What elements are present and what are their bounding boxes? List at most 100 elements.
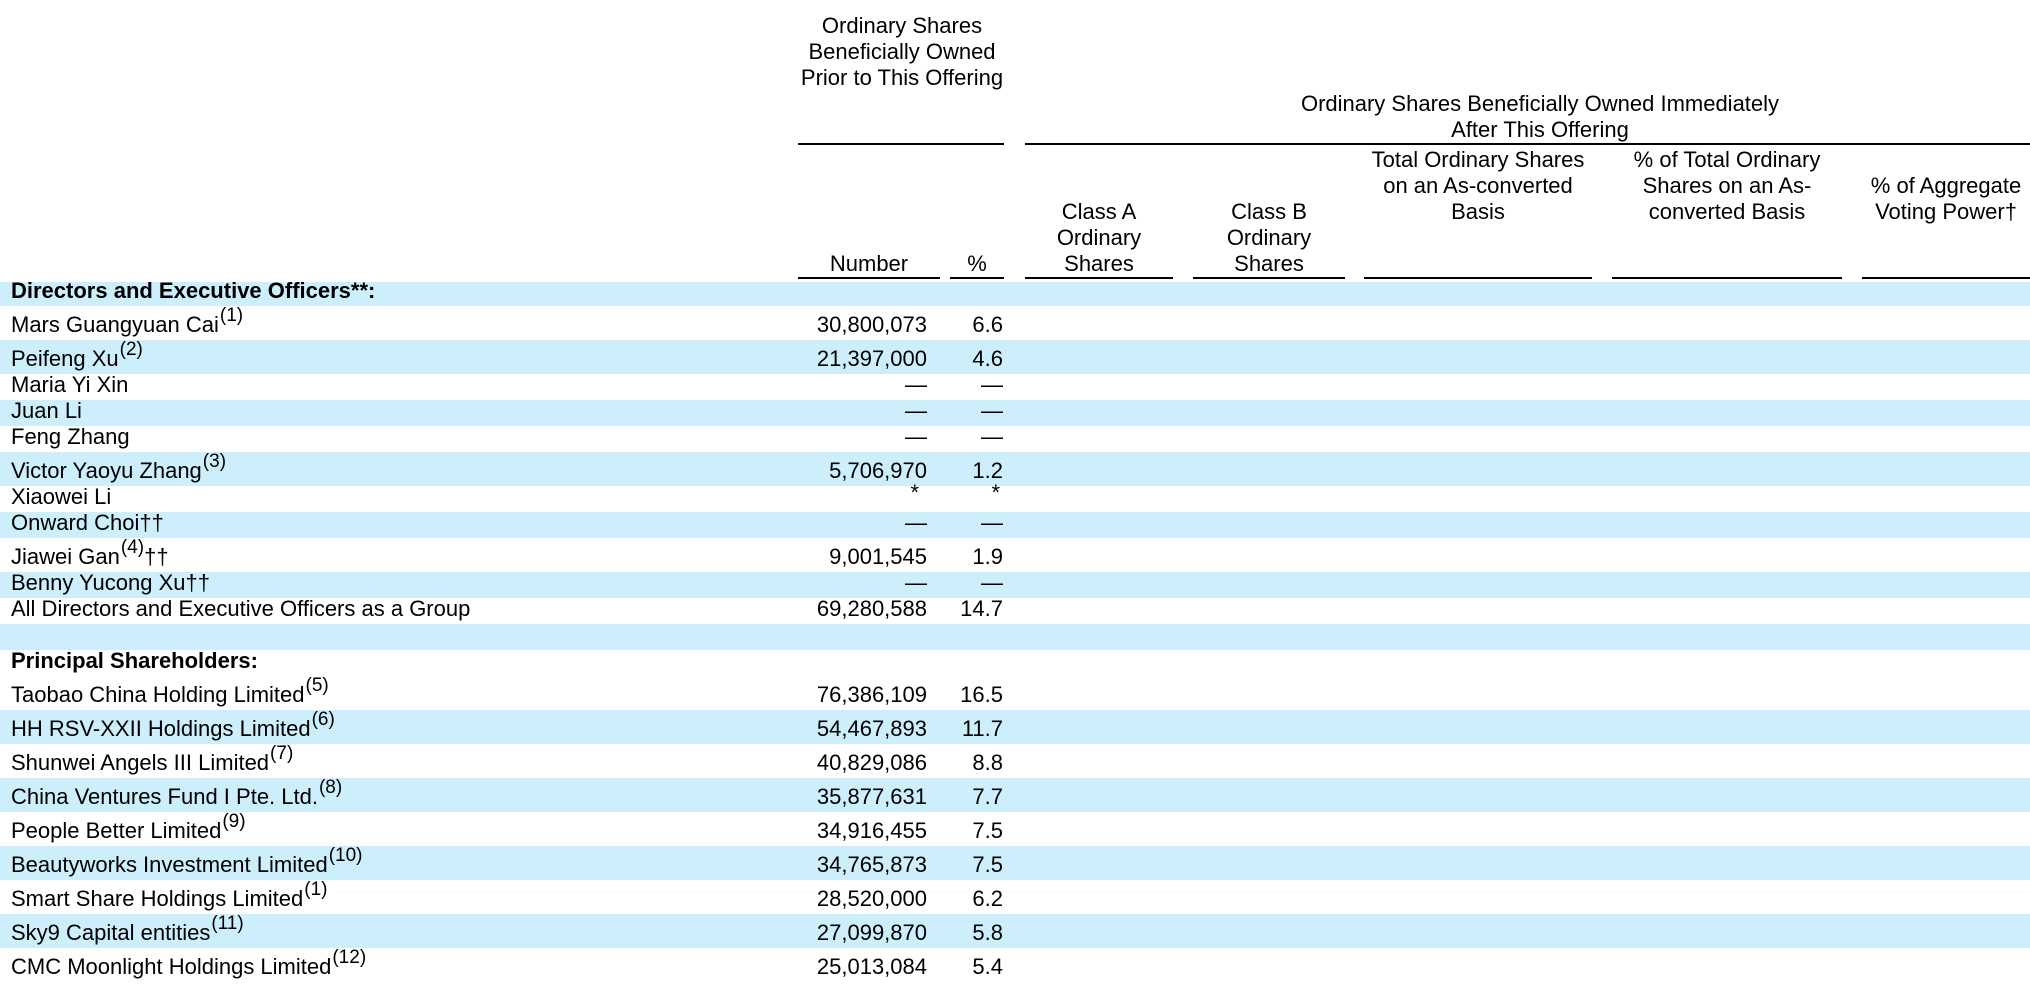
holder-name: HH RSV-XXII Holdings Limited(6) [11, 710, 335, 742]
table-row: Juan Li — — [0, 398, 2030, 426]
shares-percent: * [991, 480, 1000, 505]
header-class-b: Class B Ordinary Shares [1193, 199, 1345, 277]
shares-percent: 7.7 [972, 784, 1003, 809]
section-header-row: Directors and Executive Officers**: [0, 278, 2030, 306]
holder-name: Benny Yucong Xu†† [11, 570, 210, 596]
holder-name: Shunwei Angels III Limited(7) [11, 744, 293, 776]
table-row: Beautyworks Investment Limited(10) 34,765… [0, 846, 2030, 880]
shares-number: 27,099,870 [816, 920, 927, 945]
shares-percent: — [981, 570, 1003, 595]
shares-percent: 6.2 [972, 886, 1003, 911]
header-pct-total-converted: % of Total Ordinary Shares on an As-conv… [1612, 147, 1842, 225]
footnote-marker: (11) [211, 913, 244, 934]
holder-name: Taobao China Holding Limited(5) [11, 676, 329, 708]
rule-after-offering [1025, 143, 2030, 145]
shares-number: 35,877,631 [816, 784, 927, 809]
header-percent-text: % [967, 251, 987, 276]
table-row: CMC Moonlight Holdings Limited(12) 25,013… [0, 948, 2030, 982]
shares-number: — [905, 570, 927, 595]
holder-name-text: Smart Share Holdings Limited [11, 886, 304, 911]
header-after-offering-text: Ordinary Shares Beneficially Owned Immed… [1300, 91, 1780, 142]
holder-name-text: Beautyworks Investment Limited [11, 852, 328, 877]
footnote-marker: (1) [219, 305, 244, 326]
shares-percent: 4.6 [972, 346, 1003, 371]
holder-name-text: Sky9 Capital entities [11, 920, 211, 945]
header-class-a: Class A Ordinary Shares [1025, 199, 1173, 277]
shares-percent: 1.9 [972, 544, 1003, 569]
section-header-row: Principal Shareholders: [0, 648, 2030, 676]
shares-number: — [905, 398, 927, 423]
rule-class-b [1193, 277, 1345, 279]
header-prior-offering: Ordinary Shares Beneficially Owned Prior… [798, 13, 1006, 91]
holder-name-text: Directors and Executive Officers**: [11, 278, 376, 303]
holder-name: Xiaowei Li [11, 484, 111, 510]
rule-pct-total-converted [1612, 277, 1842, 279]
header-total-converted: Total Ordinary Shares on an As-converted… [1364, 147, 1592, 225]
holder-name: Maria Yi Xin [11, 372, 128, 398]
table-row: Onward Choi†† — — [0, 510, 2030, 538]
holder-name-text: HH RSV-XXII Holdings Limited [11, 716, 311, 741]
holder-name-text: Jiawei Gan [11, 544, 120, 569]
holder-name-text: Maria Yi Xin [11, 372, 129, 397]
header-pct-voting-text: % of Aggregate Voting Power† [1870, 173, 2022, 224]
holder-name: Beautyworks Investment Limited(10) [11, 846, 363, 878]
holder-name: Sky9 Capital entities(11) [11, 914, 244, 946]
holder-name-text: CMC Moonlight Holdings Limited [11, 954, 332, 979]
rule-total-converted [1364, 277, 1592, 279]
holder-name: Feng Zhang [11, 424, 130, 450]
spacer-row [0, 624, 2030, 650]
shares-percent: 7.5 [972, 852, 1003, 877]
holder-name: Mars Guangyuan Cai(1) [11, 306, 243, 338]
rule-prior-offering [798, 143, 1004, 145]
holder-name-text: Xiaowei Li [11, 484, 112, 509]
holder-name-text: Juan Li [11, 398, 82, 423]
shares-number: 34,916,455 [816, 818, 927, 843]
holder-name-text: Feng Zhang [11, 424, 130, 449]
shares-number: 9,001,545 [829, 544, 927, 569]
footnote-marker: (12) [332, 947, 367, 968]
holder-name-text: All Directors and Executive Officers as … [11, 596, 471, 621]
table-row: Xiaowei Li * * [0, 480, 2030, 512]
holder-name-text: Benny Yucong Xu†† [11, 570, 210, 595]
holder-name: Victor Yaoyu Zhang(3) [11, 452, 226, 484]
holder-name: CMC Moonlight Holdings Limited(12) [11, 948, 366, 980]
shares-percent: 5.8 [972, 920, 1003, 945]
shares-number: 69,280,588 [816, 596, 927, 621]
table-row: Mars Guangyuan Cai(1) 30,800,073 6.6 [0, 306, 2030, 340]
footnote-marker: (3) [202, 451, 227, 472]
shares-percent: — [981, 398, 1003, 423]
shares-number: — [905, 372, 927, 397]
shares-percent: — [981, 372, 1003, 397]
holder-name: All Directors and Executive Officers as … [11, 596, 470, 622]
table-row: Jiawei Gan(4)†† 9,001,545 1.9 [0, 538, 2030, 572]
section-label: Principal Shareholders: [11, 648, 258, 674]
holder-name-text: Peifeng Xu [11, 346, 119, 371]
shares-percent: 11.7 [961, 716, 1003, 741]
table-row: Smart Share Holdings Limited(1) 28,520,00… [0, 880, 2030, 914]
shares-number: 28,520,000 [816, 886, 927, 911]
shares-number: 34,765,873 [816, 852, 927, 877]
shares-number: 40,829,086 [816, 750, 927, 775]
shares-percent: 7.5 [972, 818, 1003, 843]
shares-number: 54,467,893 [816, 716, 927, 741]
shares-percent: 8.8 [972, 750, 1003, 775]
holder-name-text: People Better Limited [11, 818, 222, 843]
header-percent: % [950, 251, 1004, 277]
holder-name: China Ventures Fund I Pte. Ltd.(8) [11, 778, 342, 810]
table-row: People Better Limited(9) 34,916,455 7.5 [0, 812, 2030, 846]
holder-name-text: Shunwei Angels III Limited [11, 750, 270, 775]
footnote-marker: (5) [305, 675, 329, 696]
header-total-converted-text: Total Ordinary Shares on an As-converted… [1371, 147, 1585, 224]
table-row: Victor Yaoyu Zhang(3) 5,706,970 1.2 [0, 452, 2030, 486]
footnote-marker: (6) [311, 709, 335, 730]
shares-number: 76,386,109 [816, 682, 927, 707]
shares-percent: 16.5 [960, 682, 1003, 707]
table-row: Peifeng Xu(2) 21,397,000 4.6 [0, 340, 2030, 374]
holder-name-text: Mars Guangyuan Cai [11, 312, 219, 337]
header-number: Number [798, 251, 940, 277]
footnote-marker: (1) [304, 879, 328, 900]
holder-name-text: Onward Choi†† [11, 510, 164, 535]
table-row: Maria Yi Xin — — [0, 372, 2030, 400]
table-row: Shunwei Angels III Limited(7) 40,829,086 8… [0, 744, 2030, 778]
shares-percent: — [981, 424, 1003, 449]
